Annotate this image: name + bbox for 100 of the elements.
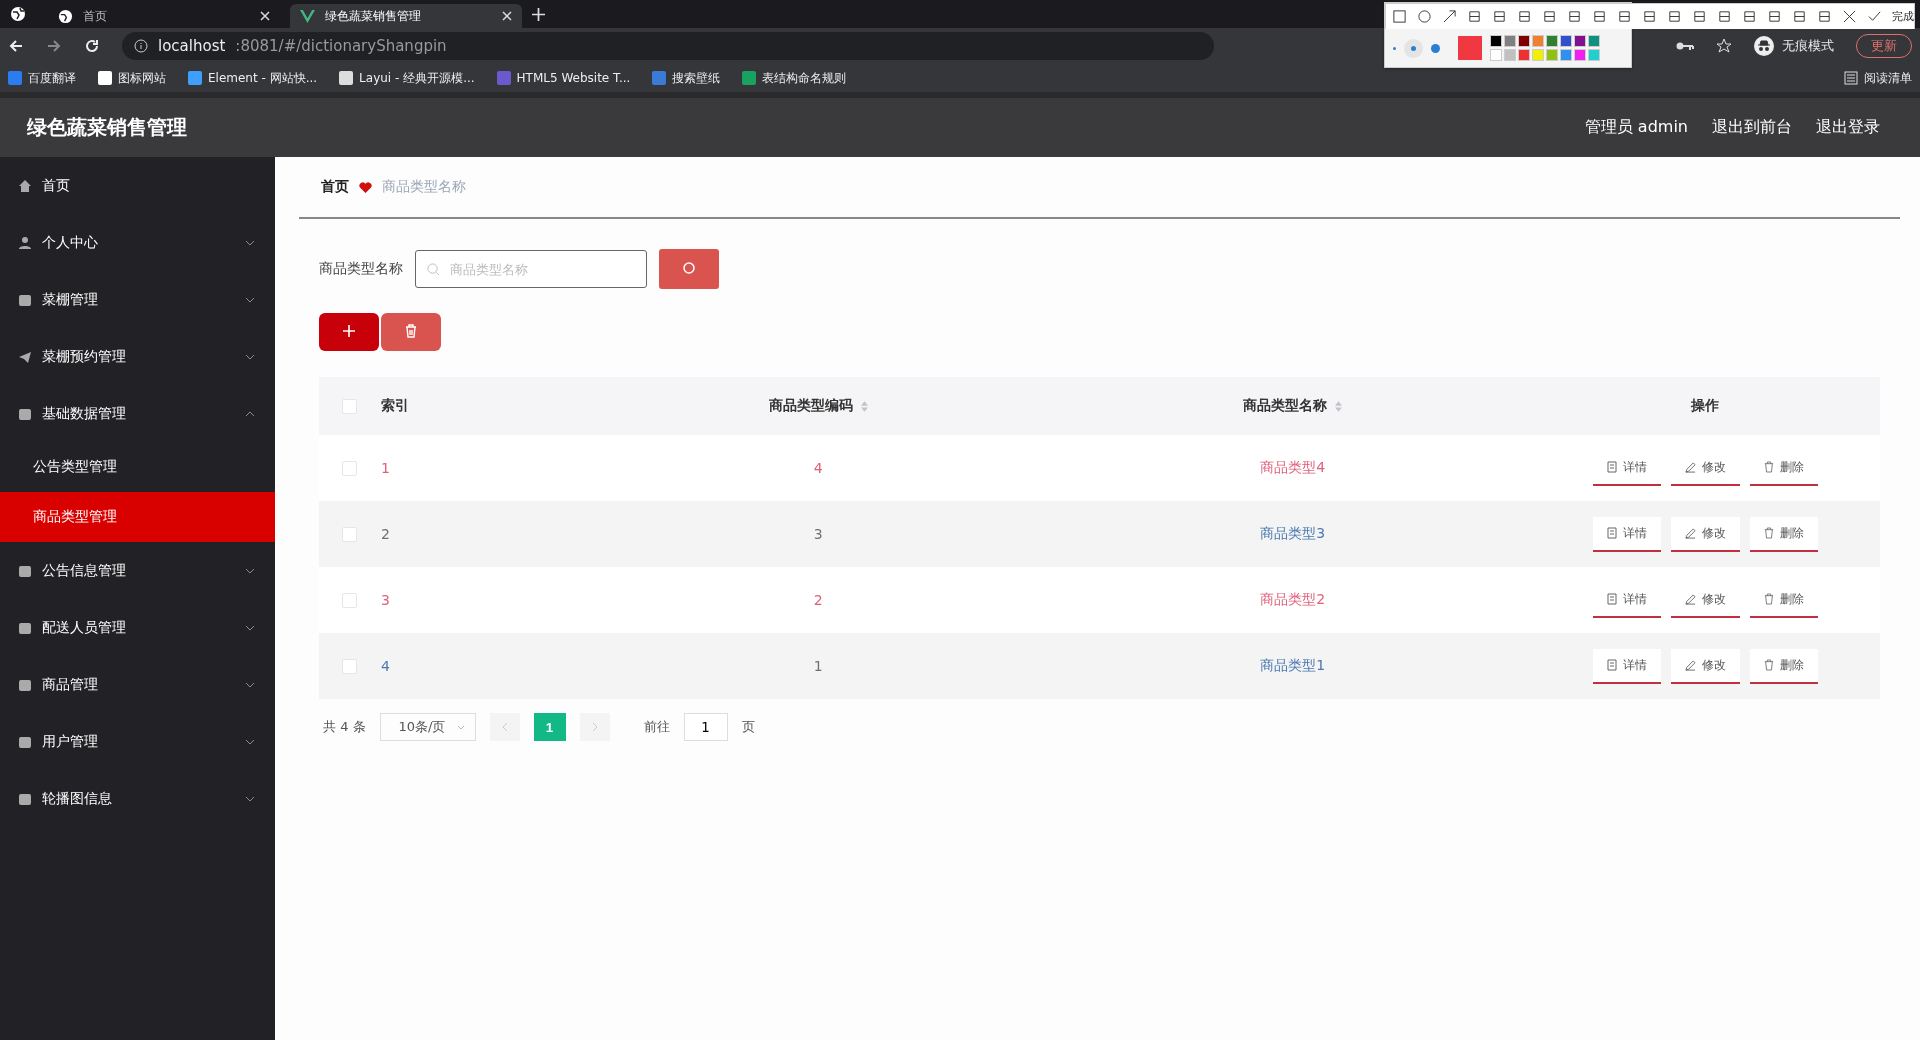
column-header: 索引 xyxy=(380,397,410,415)
color-swatch[interactable] xyxy=(1574,35,1586,47)
tool-icon[interactable] xyxy=(1817,9,1832,24)
delete-button[interactable] xyxy=(381,313,441,351)
header-link[interactable]: 退出登录 xyxy=(1816,117,1880,138)
column-header[interactable]: 商品类型编码 xyxy=(581,397,1056,415)
tool-icon[interactable] xyxy=(1542,9,1557,24)
submenu-item[interactable]: 公告类型管理 xyxy=(0,442,275,492)
tool-icon[interactable] xyxy=(1642,9,1657,24)
edit-button[interactable]: 修改 xyxy=(1670,516,1740,552)
checkbox[interactable] xyxy=(341,526,357,542)
sidebar-item[interactable]: 个人中心 xyxy=(0,214,275,271)
breadcrumb-link[interactable]: 首页 xyxy=(321,178,349,196)
checkbox[interactable] xyxy=(341,398,357,414)
color-swatch[interactable] xyxy=(1532,49,1544,61)
tool-icon[interactable] xyxy=(1742,9,1757,24)
forward-icon[interactable] xyxy=(46,38,62,54)
document-icon xyxy=(1606,461,1617,473)
brush-size-dot[interactable] xyxy=(1404,38,1423,58)
browser-tab[interactable]: 绿色蔬菜销售管理 xyxy=(290,4,522,28)
bookmark[interactable]: 百度翻译 xyxy=(8,69,76,87)
sidebar-item[interactable]: 用户管理 xyxy=(0,713,275,770)
color-swatch[interactable] xyxy=(1504,49,1516,61)
color-swatch[interactable] xyxy=(1560,49,1572,61)
tool-icon[interactable] xyxy=(1692,9,1707,24)
brush-size-dot[interactable] xyxy=(1393,46,1396,50)
chevron-icon xyxy=(245,624,255,631)
tool-icon[interactable] xyxy=(1492,9,1507,24)
sidebar-item[interactable]: 菜棚管理 xyxy=(0,271,275,328)
current-color-swatch[interactable] xyxy=(1458,36,1482,60)
tool-icon[interactable] xyxy=(1467,9,1482,24)
tool-icon[interactable] xyxy=(1617,9,1632,24)
bookmark[interactable]: Element - 网站快... xyxy=(188,69,318,87)
submenu-item[interactable]: 商品类型管理 xyxy=(0,492,275,542)
document-icon xyxy=(1606,527,1617,539)
color-swatch[interactable] xyxy=(1546,49,1558,61)
bookmark[interactable]: 搜索壁纸 xyxy=(652,69,721,87)
color-swatch[interactable] xyxy=(1518,49,1530,61)
tool-icon[interactable] xyxy=(1442,9,1457,24)
color-swatch[interactable] xyxy=(1588,35,1600,47)
bookmark[interactable]: 表结构命名规则 xyxy=(742,69,847,87)
sidebar-item[interactable]: 基础数据管理 xyxy=(0,385,275,442)
sidebar-item[interactable]: 公告信息管理 xyxy=(0,542,275,599)
key-icon[interactable] xyxy=(1676,41,1694,51)
back-icon[interactable] xyxy=(8,38,24,54)
close-icon[interactable] xyxy=(502,11,512,21)
sidebar-item[interactable]: 轮播图信息 xyxy=(0,770,275,827)
details-button[interactable]: 详情 xyxy=(1592,648,1661,684)
browser-tab[interactable]: 首页 xyxy=(48,4,280,28)
header-link[interactable]: 退出到前台 xyxy=(1712,117,1792,138)
color-swatch[interactable] xyxy=(1518,35,1530,47)
incognito-badge[interactable]: 无痕模式 xyxy=(1754,36,1834,56)
close-icon[interactable] xyxy=(260,11,270,21)
bookmark[interactable]: HTML5 Website T... xyxy=(496,71,631,85)
color-swatch[interactable] xyxy=(1490,35,1502,47)
color-swatch[interactable] xyxy=(1560,35,1572,47)
sidebar-item[interactable]: 商品管理 xyxy=(0,656,275,713)
tool-icon[interactable] xyxy=(1592,9,1607,24)
checkbox[interactable] xyxy=(341,460,357,476)
sidebar-item[interactable]: 菜棚预约管理 xyxy=(0,328,275,385)
goto-page-field[interactable]: 1 xyxy=(683,713,728,741)
page-size-select[interactable]: 10条/页 xyxy=(379,713,476,741)
tool-icon[interactable] xyxy=(1517,9,1532,24)
remove-button[interactable]: 删除 xyxy=(1749,648,1818,684)
tool-icon[interactable] xyxy=(1667,9,1682,24)
reading-list[interactable]: 阅读清单 xyxy=(1844,69,1912,87)
bookmark[interactable]: Layui - 经典开源模... xyxy=(339,69,475,87)
sidebar-item[interactable]: 首页 xyxy=(0,157,275,214)
tool-icon[interactable] xyxy=(1842,9,1857,24)
color-swatch[interactable] xyxy=(1490,49,1502,61)
bookmark[interactable]: 图标网站 xyxy=(98,69,166,87)
add-button[interactable] xyxy=(319,313,379,351)
table-cell-text: 商品类型2 xyxy=(1259,591,1327,609)
done-label[interactable]: 完成 xyxy=(1892,9,1914,24)
color-swatch[interactable] xyxy=(1504,35,1516,47)
tool-icon[interactable] xyxy=(1717,9,1732,24)
header-link[interactable]: 管理员 admin xyxy=(1584,117,1688,138)
checkbox[interactable] xyxy=(341,658,357,674)
goto-label: 前往 xyxy=(643,718,670,736)
brush-size-dot[interactable] xyxy=(1431,43,1440,53)
menu-icon xyxy=(18,292,32,307)
details-button[interactable]: 详情 xyxy=(1592,516,1661,552)
tool-icon[interactable] xyxy=(1767,9,1782,24)
color-swatch[interactable] xyxy=(1588,49,1600,61)
checkbox[interactable] xyxy=(341,592,357,608)
edit-button[interactable]: 修改 xyxy=(1670,648,1740,684)
globe-icon[interactable] xyxy=(10,6,26,22)
reload-icon[interactable] xyxy=(84,38,100,54)
address-bar[interactable]: localhost :8081/#/dictionaryShangpin xyxy=(122,32,1214,60)
column-header[interactable]: 商品类型名称 xyxy=(1055,397,1530,415)
color-swatch[interactable] xyxy=(1574,49,1586,61)
star-icon[interactable] xyxy=(1716,38,1732,54)
new-tab-icon[interactable] xyxy=(532,7,545,21)
color-swatch[interactable] xyxy=(1532,35,1544,47)
remove-button[interactable]: 删除 xyxy=(1749,516,1818,552)
search-field[interactable]: 商品类型名称 xyxy=(415,250,647,288)
sidebar-item[interactable]: 配送人员管理 xyxy=(0,599,275,656)
tool-icon[interactable] xyxy=(1567,9,1582,24)
color-swatch[interactable] xyxy=(1546,35,1558,47)
tool-icon[interactable] xyxy=(1792,9,1807,24)
